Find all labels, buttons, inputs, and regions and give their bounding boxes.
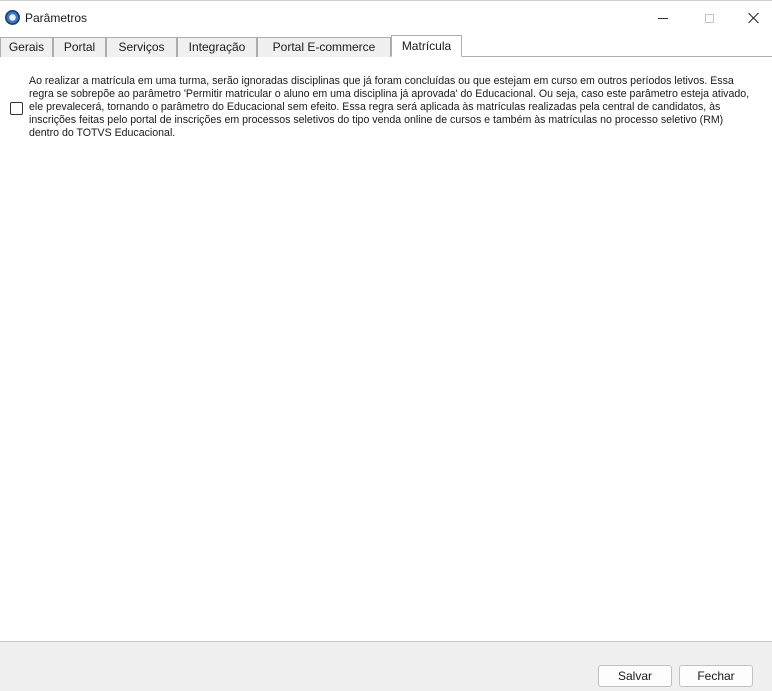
parametros-window: Parâmetros Gerais Portal Serviços Integr… <box>0 0 772 691</box>
maximize-icon <box>704 13 714 23</box>
window-title: Parâmetros <box>25 11 88 25</box>
save-button[interactable]: Salvar <box>598 665 672 687</box>
tab-portal-ecommerce[interactable]: Portal E-commerce <box>257 37 391 57</box>
minimize-button[interactable] <box>640 1 686 35</box>
close-window-button[interactable] <box>731 1 772 35</box>
ignore-disciplines-checkbox[interactable] <box>10 102 23 115</box>
maximize-button[interactable] <box>686 1 732 35</box>
tab-strip: Gerais Portal Serviços Integração Portal… <box>0 35 772 57</box>
dialog-footer: Salvar Fechar <box>0 641 772 691</box>
tab-integracao[interactable]: Integração <box>177 37 257 57</box>
tab-portal[interactable]: Portal <box>53 37 106 57</box>
close-button[interactable]: Fechar <box>679 665 753 687</box>
tab-gerais[interactable]: Gerais <box>0 37 53 57</box>
close-icon <box>748 12 760 24</box>
tab-servicos[interactable]: Serviços <box>106 37 177 57</box>
ignore-disciplines-description: Ao realizar a matrícula em uma turma, se… <box>29 75 750 139</box>
minimize-icon <box>658 17 668 19</box>
tab-matricula[interactable]: Matrícula <box>391 35 462 57</box>
app-logo-icon <box>5 10 20 25</box>
title-bar[interactable]: Parâmetros <box>0 1 772 35</box>
tab-panel-matricula: Ao realizar a matrícula em uma turma, se… <box>0 57 772 641</box>
